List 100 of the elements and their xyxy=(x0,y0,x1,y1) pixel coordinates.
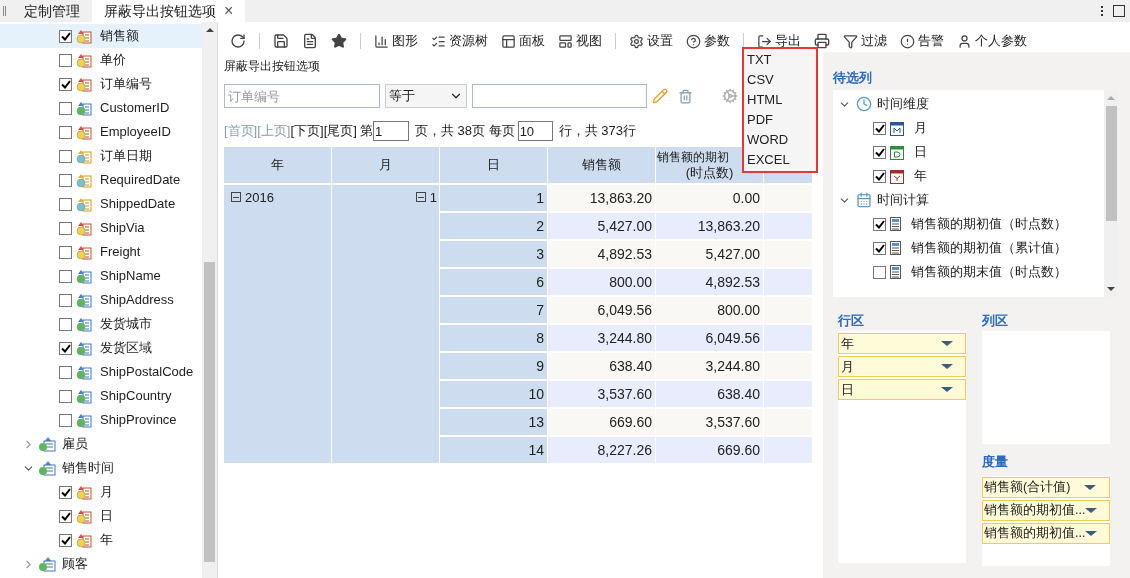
measure-chip[interactable]: 销售额的期初值... xyxy=(982,523,1110,544)
tree-item[interactable]: 日 xyxy=(914,142,927,162)
tree-item[interactable]: 日 xyxy=(100,506,113,526)
tree-item[interactable]: 销售额的期末值（时点数） xyxy=(911,262,1067,282)
toolbar-button[interactable]: 参数 xyxy=(686,31,730,51)
checkbox[interactable] xyxy=(873,265,886,279)
column-header[interactable]: 月 xyxy=(332,147,440,183)
toolbar-button[interactable]: 设置 xyxy=(629,31,673,51)
tree-item[interactable]: ShipVia xyxy=(0,216,202,240)
tab[interactable]: 屏蔽导出按钮选项 × xyxy=(92,0,246,22)
scroll-down-arrow-icon[interactable] xyxy=(1107,287,1115,291)
operator-dropdown[interactable]: 等于 xyxy=(385,84,467,108)
tree-item[interactable]: 月 xyxy=(914,118,927,138)
value-input[interactable] xyxy=(472,84,647,108)
dropdown-arrow-icon[interactable] xyxy=(941,387,953,392)
checkbox[interactable] xyxy=(59,101,72,115)
field-input[interactable]: 订单编号 xyxy=(224,84,380,108)
tree-item[interactable]: 年 xyxy=(100,530,113,550)
tree-item[interactable]: 月 xyxy=(100,482,113,502)
measure-chip[interactable]: 销售额(合计值) xyxy=(982,477,1110,498)
checkbox[interactable] xyxy=(59,509,72,523)
tree-item[interactable]: 销售额的期初值（时点数） xyxy=(911,214,1067,234)
checkbox[interactable] xyxy=(59,125,72,139)
checkbox[interactable] xyxy=(59,485,72,499)
tree-item[interactable]: ShipProvince xyxy=(0,408,202,432)
tree-item[interactable]: ShipAddress xyxy=(0,288,202,312)
toolbar-button[interactable]: 图形 xyxy=(374,31,418,51)
toolbar-button[interactable]: 面板 xyxy=(501,31,545,51)
checkbox[interactable] xyxy=(59,389,72,403)
dropdown-arrow-icon[interactable] xyxy=(941,341,953,346)
dropdown-arrow-icon[interactable] xyxy=(1085,508,1098,513)
checkbox[interactable] xyxy=(59,269,72,283)
toolbar-button[interactable]: 过滤 xyxy=(843,31,887,51)
checkbox[interactable] xyxy=(59,149,72,163)
scroll-up-arrow-icon[interactable] xyxy=(205,28,214,32)
document-icon[interactable] xyxy=(302,33,318,49)
page-size-input[interactable]: 10 xyxy=(517,121,553,141)
menu-item[interactable]: CSV xyxy=(744,70,816,90)
menu-item[interactable]: HTML xyxy=(744,90,816,110)
collapse-icon[interactable] xyxy=(415,192,426,202)
checkbox[interactable] xyxy=(873,169,886,183)
checkbox[interactable] xyxy=(59,197,72,211)
column-header[interactable]: 年 xyxy=(224,147,332,183)
tree-item[interactable]: ShippedDate xyxy=(0,192,202,216)
row-field-chip[interactable]: 月 xyxy=(838,356,966,377)
menu-item[interactable]: WORD xyxy=(744,130,816,150)
checkbox[interactable] xyxy=(873,217,886,231)
column-header[interactable]: 销售额 xyxy=(548,147,656,183)
checkbox[interactable] xyxy=(59,533,72,547)
checkbox[interactable] xyxy=(59,365,72,379)
column-header[interactable]: 日 xyxy=(440,147,548,183)
checkbox[interactable] xyxy=(59,245,72,259)
tree-item[interactable]: 订单编号 xyxy=(0,72,202,96)
tree-item[interactable]: 年 xyxy=(914,166,927,186)
star-icon[interactable] xyxy=(331,33,347,49)
menu-item[interactable]: PDF xyxy=(744,110,816,130)
collapse-icon[interactable] xyxy=(231,192,241,202)
tree-item[interactable]: 订单日期 xyxy=(0,144,202,168)
page-input[interactable]: 1 xyxy=(372,121,409,141)
tree-group[interactable]: 时间维度 xyxy=(877,94,929,114)
toolbar-button[interactable]: 个人参数 xyxy=(957,31,1027,51)
checkbox[interactable] xyxy=(59,293,72,307)
pager-link[interactable]: [下页] xyxy=(290,121,324,141)
toolbar-button[interactable]: 导出 xyxy=(757,31,801,51)
toolbar-button[interactable]: 告警 xyxy=(900,31,944,51)
scrollbar[interactable] xyxy=(202,22,217,578)
toolbar-button[interactable]: 视图 xyxy=(558,31,602,51)
tree-item[interactable]: 销售额的期初值（累计值） xyxy=(911,238,1067,258)
checkbox[interactable] xyxy=(873,121,886,135)
save-icon[interactable] xyxy=(273,33,289,49)
checkbox[interactable] xyxy=(59,413,72,427)
measure-chip[interactable]: 销售额的期初值... xyxy=(982,500,1110,521)
checkbox[interactable] xyxy=(59,77,72,91)
checkbox[interactable] xyxy=(59,29,72,43)
close-button[interactable]: × xyxy=(224,0,234,23)
trash-icon[interactable] xyxy=(678,88,693,104)
checkbox[interactable] xyxy=(59,341,72,355)
menu-item[interactable]: TXT xyxy=(744,50,816,70)
tree-group[interactable]: 销售时间 xyxy=(0,456,202,480)
pager-link[interactable]: [尾页] xyxy=(323,121,357,141)
tree-item[interactable]: 发货城市 xyxy=(0,312,202,336)
checkbox[interactable] xyxy=(873,241,886,255)
tree-item[interactable]: ShipPostalCode xyxy=(0,360,202,384)
checkbox[interactable] xyxy=(59,173,72,187)
tree-item[interactable]: Freight xyxy=(0,240,202,264)
dropdown-arrow-icon[interactable] xyxy=(941,364,953,369)
toolbar-button[interactable]: 资源树 xyxy=(431,31,488,51)
dropdown-arrow-icon[interactable] xyxy=(1085,531,1098,536)
tree-item[interactable]: RequiredDate xyxy=(0,168,202,192)
tree-group[interactable]: 时间计算 xyxy=(877,190,929,210)
tree-group[interactable]: 顾客 xyxy=(0,552,202,576)
tree-group[interactable]: 雇员 xyxy=(0,432,202,456)
dropdown-arrow-icon[interactable] xyxy=(1084,485,1096,490)
tree-item[interactable]: CustomerID xyxy=(0,96,202,120)
tree-item[interactable]: ShipName xyxy=(0,264,202,288)
maximize-icon[interactable] xyxy=(1113,5,1125,17)
refresh-icon[interactable] xyxy=(230,33,246,49)
checkbox[interactable] xyxy=(59,221,72,235)
checkbox[interactable] xyxy=(873,145,886,159)
row-field-chip[interactable]: 日 xyxy=(838,379,966,400)
